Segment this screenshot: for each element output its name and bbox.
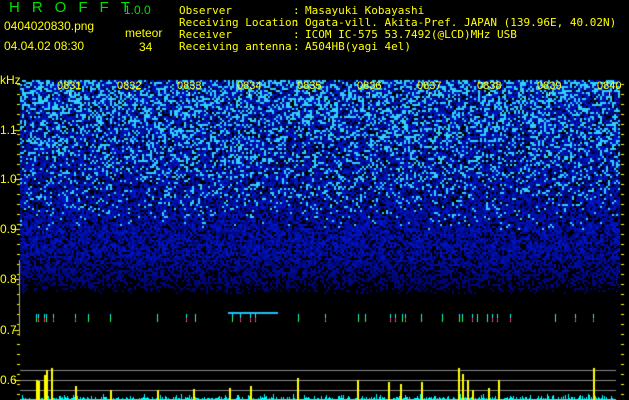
time-label: 0837	[417, 80, 442, 92]
antenna-label: Receiving antenna	[179, 40, 292, 53]
freq-label: 1.1	[0, 123, 17, 137]
app-title: HROFFT	[9, 0, 142, 16]
spectrogram	[0, 76, 629, 400]
time-label: 0836	[357, 80, 382, 92]
app-version: 1.0.0	[124, 3, 151, 17]
freq-label: 0.9	[0, 222, 17, 236]
freq-label: 1.0	[0, 172, 17, 186]
time-label: 0833	[177, 80, 202, 92]
freq-label: 0.8	[0, 272, 17, 286]
time-label: 0838	[477, 80, 502, 92]
filename: 0404020830.png	[4, 19, 95, 33]
datetime: 04.04.02 08:30	[4, 39, 85, 53]
freq-label: 0.7	[0, 323, 17, 337]
time-label: 0834	[237, 80, 262, 92]
meteor-count: 34	[139, 40, 153, 54]
sep: :	[293, 40, 300, 53]
time-label: 0831	[57, 80, 82, 92]
freq-label: 0.6	[0, 373, 17, 387]
meteor-label: meteor	[125, 26, 163, 40]
time-label: 0840	[597, 80, 622, 92]
antenna-value: A504HB(yagi 4el)	[305, 40, 411, 53]
time-label: 0839	[537, 80, 562, 92]
time-label: 0835	[297, 80, 322, 92]
freq-unit-label: kHz	[0, 73, 21, 87]
time-label: 0832	[117, 80, 142, 92]
